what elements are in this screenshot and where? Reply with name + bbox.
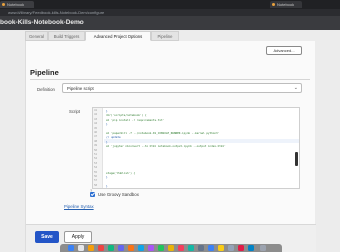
definition-label: Definition xyxy=(37,87,55,92)
app-icon[interactable] xyxy=(168,245,174,251)
app-icon[interactable] xyxy=(248,245,254,251)
address-bar[interactable]: www.it/library/Feedbook-kills-Notebook-D… xyxy=(0,9,340,16)
line-number: 51 xyxy=(94,153,98,156)
sandbox-checkbox-label: Use Groovy Sandbox xyxy=(98,192,139,197)
config-panel: Advanced... Pipeline Definition Pipeline… xyxy=(25,41,316,252)
line-number: 53 xyxy=(94,161,98,165)
section-title: Pipeline xyxy=(30,68,59,77)
trash-icon[interactable] xyxy=(260,245,266,251)
code-line: } xyxy=(106,175,108,179)
browser-tab[interactable]: Notebook xyxy=(270,1,302,8)
pipeline-syntax-link[interactable]: Pipeline Syntax xyxy=(64,204,94,209)
editor-scrollbar[interactable] xyxy=(295,152,298,166)
app-icon[interactable] xyxy=(118,245,124,251)
code-line: sh 'papermill -f ../notebook-01_CONSOLE_… xyxy=(106,131,220,135)
browser-tab-label: Notebook xyxy=(7,2,25,7)
script-editor[interactable]: 41} 42 dir('scripts/notebook') { 43 sh 'pip… xyxy=(92,107,300,189)
app-icon[interactable] xyxy=(178,245,184,251)
line-number: 55 xyxy=(94,170,98,174)
browser-tab[interactable]: Notebook xyxy=(0,1,34,8)
code-line: } xyxy=(106,139,108,144)
line-number: 58 xyxy=(94,183,98,187)
address-bar-url: www.it/library/Feedbook-kills-Notebook-D… xyxy=(8,10,105,15)
app-icon[interactable] xyxy=(138,245,144,251)
app-icon[interactable] xyxy=(198,245,204,251)
code-line: } xyxy=(106,183,108,188)
config-page: General Build Triggers Advanced Project … xyxy=(0,30,340,252)
line-number: 43 xyxy=(94,117,98,121)
code-line: sh 'pip install -r requirements.txt' xyxy=(106,117,165,122)
definition-select[interactable]: Pipeline script ⌄ xyxy=(62,83,302,93)
current-line-highlight xyxy=(104,139,299,143)
line-number: 42 xyxy=(94,113,98,117)
line-number: 49 xyxy=(94,144,98,148)
app-icon[interactable] xyxy=(228,245,234,251)
browser-tab-bar: Notebook Notebook xyxy=(0,0,340,9)
app-icon[interactable] xyxy=(188,245,194,251)
line-number: 45 xyxy=(94,126,98,130)
code-line: sh 'jupyter nbconvert --to html notebook… xyxy=(106,144,226,149)
line-number: 41 xyxy=(94,109,98,112)
app-icon[interactable] xyxy=(88,245,94,251)
chevron-down-icon[interactable]: ▾ xyxy=(79,20,82,26)
breadcrumb-job-link[interactable]: book-Kills-Notebook-Demo xyxy=(0,19,84,26)
app-icon[interactable] xyxy=(108,245,114,251)
app-icon[interactable] xyxy=(128,245,134,251)
tab-advanced-project-options[interactable]: Advanced Project Options xyxy=(85,31,151,41)
code-line: } xyxy=(106,109,108,113)
dock xyxy=(60,244,282,252)
tab-general[interactable]: General xyxy=(25,31,48,41)
line-number: 56 xyxy=(94,175,98,178)
jenkins-favicon-icon xyxy=(2,3,5,6)
code-line: // update xyxy=(106,135,121,140)
tab-build-triggers[interactable]: Build Triggers xyxy=(48,31,85,41)
sandbox-checkbox[interactable] xyxy=(90,192,95,197)
breadcrumb: book-Kills-Notebook-Demo ▾ xyxy=(0,16,340,30)
line-number: 57 xyxy=(94,179,98,183)
code-line: dir('scripts/notebook') { xyxy=(106,113,147,118)
code-line: stage('Publish') { xyxy=(106,170,136,175)
app-icon[interactable] xyxy=(208,245,214,251)
line-number: 47 xyxy=(94,135,98,139)
code-line: } xyxy=(106,122,108,127)
line-number: 54 xyxy=(94,166,98,170)
chevron-down-icon: ⌄ xyxy=(293,85,298,91)
line-number: 48 xyxy=(94,139,98,143)
line-number: 50 xyxy=(94,148,98,152)
app-icon[interactable] xyxy=(238,245,244,251)
apply-button[interactable]: Apply xyxy=(64,231,92,243)
app-icon[interactable] xyxy=(78,245,84,251)
app-icon[interactable] xyxy=(98,245,104,251)
app-icon[interactable] xyxy=(218,245,224,251)
finder-icon[interactable] xyxy=(68,245,74,251)
jenkins-favicon-icon xyxy=(272,3,275,6)
app-icon[interactable] xyxy=(148,245,154,251)
definition-select-value: Pipeline script xyxy=(67,86,94,91)
advanced-button[interactable]: Advanced... xyxy=(266,46,302,55)
save-button[interactable]: Save xyxy=(35,231,59,243)
line-number: 44 xyxy=(94,122,98,126)
line-number: 52 xyxy=(94,157,98,161)
line-number: 46 xyxy=(94,131,98,134)
script-label: Script xyxy=(69,109,80,114)
section-divider xyxy=(30,79,310,80)
tab-pipeline[interactable]: Pipeline xyxy=(151,31,179,41)
browser-tab-label: Notebook xyxy=(277,2,295,7)
app-icon[interactable] xyxy=(158,245,164,251)
